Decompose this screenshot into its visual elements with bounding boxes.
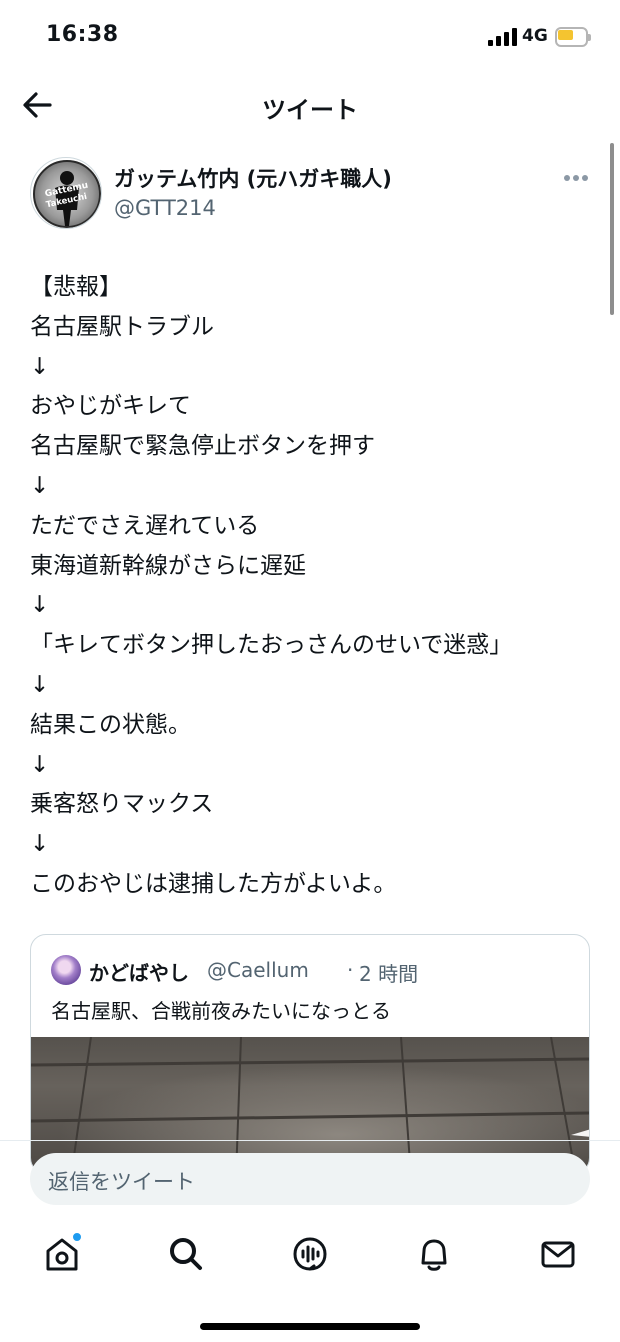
- nav-messages[interactable]: [538, 1234, 578, 1274]
- home-indicator[interactable]: [200, 1323, 420, 1330]
- tweet-line: このおやじは逮捕した方がよいよ。: [30, 870, 397, 897]
- reply-placeholder: 返信をツイート: [48, 1170, 195, 1194]
- tweet-line: ↓: [30, 592, 50, 619]
- page-title: ツイート: [262, 96, 358, 124]
- reply-input[interactable]: 返信をツイート: [30, 1153, 590, 1205]
- tweet-line: ↓: [30, 671, 50, 698]
- nav-notifications[interactable]: [414, 1234, 454, 1274]
- avatar-image: Gattemu Takeuchi: [33, 160, 101, 228]
- scrollbar[interactable]: [610, 143, 614, 315]
- nav-home[interactable]: [42, 1232, 82, 1274]
- quote-avatar[interactable]: [51, 955, 81, 985]
- quote-display-name: かどばやし: [89, 961, 189, 985]
- tweet-line: 乗客怒りマックス: [30, 791, 214, 818]
- notifications-icon: [421, 1239, 447, 1271]
- tweet-line: 【悲報】: [30, 274, 122, 300]
- tweet-line: 名古屋駅トラブル: [30, 313, 214, 340]
- spaces-icon: [293, 1237, 327, 1271]
- messages-icon: [541, 1241, 575, 1268]
- bottom-nav: [0, 1222, 620, 1286]
- new-activity-dot: [72, 1232, 82, 1242]
- quote-handle: @Caellum: [207, 958, 309, 982]
- tweet-line: ↓: [30, 353, 50, 380]
- tweet-line: 名古屋駅で緊急停止ボタンを押す: [30, 433, 375, 460]
- tweet-line: ↓: [30, 831, 50, 858]
- reply-divider: [0, 1140, 620, 1141]
- tweet-line: おやじがキレて: [30, 393, 191, 420]
- network-type: 4G: [522, 26, 548, 46]
- tweet-text: 【悲報】名古屋駅トラブル ↓ おやじがキレて名古屋駅で緊急停止ボタンを押す ↓ ただでさ…: [30, 268, 600, 905]
- more-options-button[interactable]: [560, 168, 592, 188]
- search-icon: [170, 1238, 202, 1270]
- battery-icon: [555, 27, 591, 47]
- tweet-line: ↓: [30, 751, 50, 778]
- quote-text: 名古屋駅、合戦前夜みたいになっとる: [51, 999, 391, 1023]
- status-time: 16:38: [46, 22, 119, 47]
- tweet-line: 結果この状態。: [30, 711, 191, 738]
- tweet-line: 「キレてボタン押したおっさんのせいで迷惑」: [30, 632, 513, 659]
- cellular-signal-icon: [488, 28, 518, 46]
- quote-separator: ·: [347, 958, 354, 982]
- header: ツイート: [0, 72, 620, 138]
- author-handle[interactable]: @GTT214: [114, 196, 216, 220]
- quote-timestamp: 2 時間: [359, 962, 419, 986]
- author-display-name[interactable]: ガッテム竹内 (元ハガキ職人): [114, 163, 392, 193]
- nav-search[interactable]: [166, 1234, 206, 1274]
- more-horizontal-icon: [564, 175, 570, 181]
- author-avatar[interactable]: Gattemu Takeuchi: [30, 157, 102, 229]
- status-bar: 16:38 4G: [0, 0, 620, 72]
- tweet-line: ただでさえ遅れている: [30, 512, 260, 539]
- nav-spaces[interactable]: [290, 1234, 330, 1274]
- tweet-line: ↓: [30, 472, 50, 499]
- quoted-tweet[interactable]: かどばやし @Caellum · 2 時間 名古屋駅、合戦前夜みたいになっとる: [30, 934, 590, 1174]
- tweet-line: 東海道新幹線がさらに遅延: [30, 552, 306, 579]
